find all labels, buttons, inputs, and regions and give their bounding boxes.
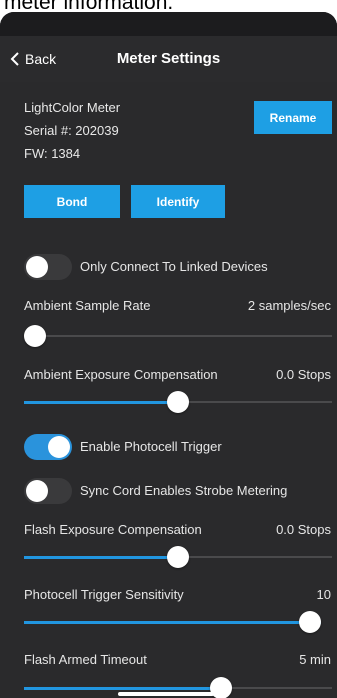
- rename-button[interactable]: Rename: [254, 101, 332, 134]
- flash-comp-value: 0.0 Stops: [276, 522, 331, 537]
- flash-comp-slider[interactable]: [24, 545, 332, 569]
- linked-only-label: Only Connect To Linked Devices: [80, 259, 268, 274]
- device-firmware: FW: 1384: [24, 146, 81, 161]
- slider-fill: [24, 621, 321, 624]
- phone-screen: Back Meter Settings LightColor Meter Ser…: [0, 12, 337, 698]
- slider-thumb[interactable]: [24, 325, 46, 347]
- ambient-comp-slider[interactable]: [24, 390, 332, 414]
- chevron-left-icon: [10, 52, 19, 66]
- device-serial: Serial #: 202039: [24, 123, 119, 138]
- back-button[interactable]: Back: [10, 36, 56, 82]
- photocell-sens-value: 10: [316, 587, 331, 602]
- sync-cord-label: Sync Cord Enables Strobe Metering: [80, 483, 288, 498]
- slider-track: [24, 335, 332, 337]
- photocell-label: Enable Photocell Trigger: [80, 439, 222, 454]
- sync-cord-toggle[interactable]: [24, 478, 72, 504]
- flash-comp-label: Flash Exposure Compensation: [24, 522, 202, 537]
- toggle-knob: [26, 480, 48, 502]
- ambient-rate-value: 2 samples/sec: [247, 298, 331, 313]
- device-name: LightColor Meter: [24, 100, 121, 115]
- settings-content: LightColor Meter Serial #: 202039 FW: 13…: [0, 82, 337, 698]
- flash-timeout-label: Flash Armed Timeout: [24, 652, 147, 667]
- ambient-rate-slider[interactable]: [24, 324, 332, 348]
- nav-header: Back Meter Settings: [0, 36, 337, 82]
- slider-thumb[interactable]: [167, 546, 189, 568]
- flash-timeout-value: 5 min: [299, 652, 331, 667]
- photocell-sens-slider[interactable]: [24, 610, 321, 634]
- photocell-sens-label: Photocell Trigger Sensitivity: [24, 587, 184, 602]
- ambient-comp-label: Ambient Exposure Compensation: [24, 367, 218, 382]
- home-indicator[interactable]: [118, 692, 214, 696]
- slider-fill: [24, 687, 225, 690]
- photocell-toggle[interactable]: [24, 434, 72, 460]
- ambient-comp-value: 0.0 Stops: [276, 367, 331, 382]
- slider-fill: [24, 401, 178, 404]
- back-label: Back: [25, 51, 57, 67]
- linked-only-toggle[interactable]: [24, 254, 72, 280]
- slider-thumb[interactable]: [299, 611, 321, 633]
- slider-fill: [24, 556, 178, 559]
- status-bar: [0, 12, 337, 36]
- bond-button[interactable]: Bond: [24, 185, 120, 218]
- toggle-knob: [26, 256, 48, 278]
- slider-thumb[interactable]: [167, 391, 189, 413]
- toggle-knob: [48, 436, 70, 458]
- identify-button[interactable]: Identify: [131, 185, 225, 218]
- ambient-rate-label: Ambient Sample Rate: [24, 298, 151, 313]
